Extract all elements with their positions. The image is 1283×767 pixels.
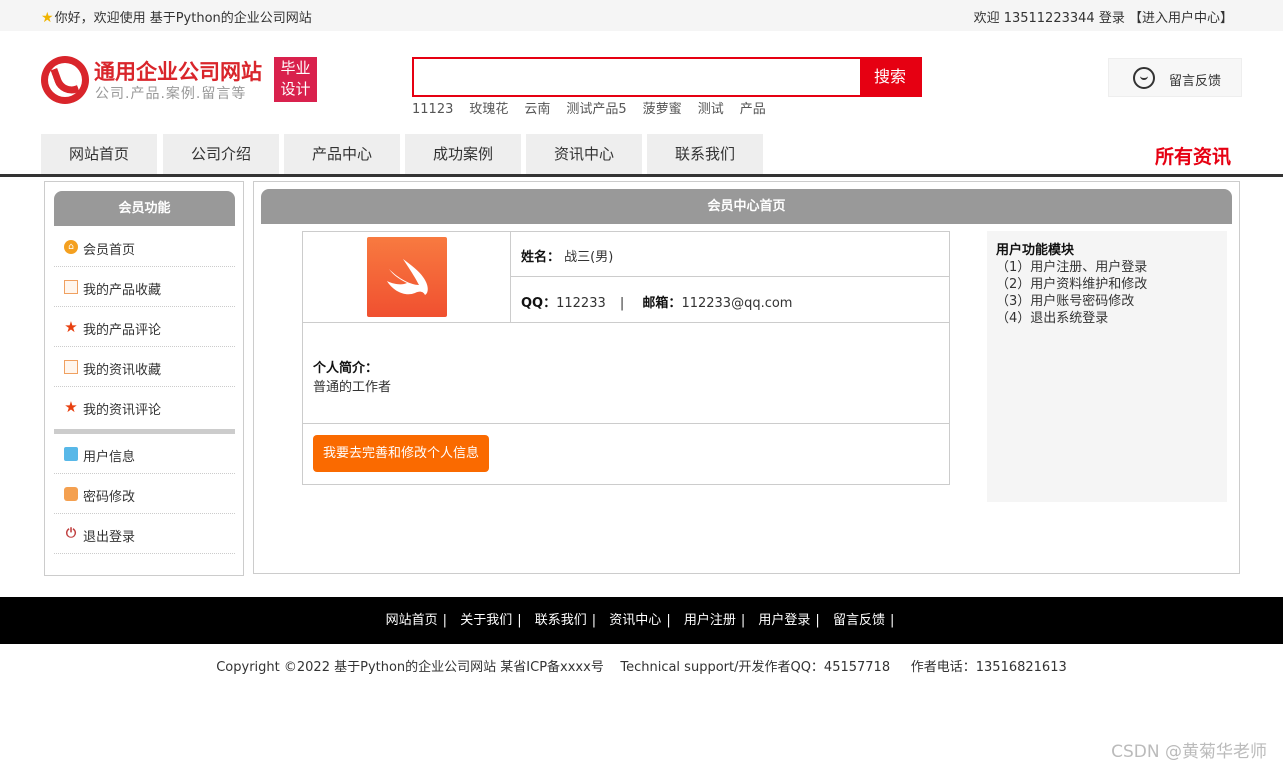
footer-link-register[interactable]: 用户注册 [684, 613, 736, 628]
login-link[interactable]: 登录 [1099, 11, 1125, 26]
contact-separator: | [619, 296, 625, 311]
modules-title: 用户功能模块 [996, 243, 1075, 258]
user-center-link[interactable]: 【进入用户中心】 [1129, 11, 1233, 26]
logo-icon[interactable] [41, 56, 89, 104]
site-subtitle: 公司.产品.案例.留言等 [95, 86, 247, 102]
nav-tab-cases[interactable]: 成功案例 [405, 134, 523, 174]
watermark: CSDN @黄菊华老师 [1111, 742, 1267, 762]
hot-word[interactable]: 云南 [524, 102, 550, 117]
name-label: 姓名： [521, 250, 561, 265]
hot-word[interactable]: 菠萝蜜 [643, 102, 682, 117]
hot-search-words: 11123 玫瑰花 云南 测试产品5 菠萝蜜 测试 产品 [412, 98, 782, 117]
page-title: 会员中心首页 [261, 189, 1232, 224]
search-box: 搜索 [412, 57, 922, 97]
sidebar-item-news-favorites[interactable]: 我的资讯收藏 [54, 347, 235, 387]
welcome-message: ★你好，欢迎使用 基于Python的企业公司网站 [41, 10, 312, 26]
search-button[interactable]: 搜索 [860, 59, 920, 95]
hot-word[interactable]: 产品 [740, 102, 766, 117]
lock-icon [64, 487, 78, 501]
email-value: 112233@qq.com [681, 296, 793, 311]
module-item: （1）用户注册、用户登录 [996, 260, 1148, 275]
top-bar: ★你好，欢迎使用 基于Python的企业公司网站 欢迎 13511223344 … [0, 0, 1283, 31]
intro-value: 普通的工作者 [313, 380, 392, 395]
feedback-button[interactable]: 留言反馈 [1108, 58, 1242, 97]
footer-link-news[interactable]: 资讯中心 [609, 613, 661, 628]
sidebar-item-user-info[interactable]: 用户信息 [54, 434, 235, 474]
module-item: （3）用户账号密码修改 [996, 294, 1135, 309]
intro-label: 个人简介： [313, 361, 379, 376]
sidebar-title: 会员功能 [54, 191, 235, 226]
module-item: （2）用户资料维护和修改 [996, 277, 1148, 292]
sidebar-item-change-password[interactable]: 密码修改 [54, 474, 235, 514]
footer-link-about[interactable]: 关于我们 [460, 613, 512, 628]
sidebar-item-product-comments[interactable]: ★ 我的产品评论 [54, 307, 235, 347]
site-title[interactable]: 通用企业公司网站 [94, 56, 262, 86]
sidebar-item-member-home[interactable]: ⌂ 会员首页 [54, 227, 235, 267]
customer-service-icon [1133, 67, 1155, 89]
star-icon: ★ [64, 318, 78, 336]
sidebar-item-product-favorites[interactable]: 我的产品收藏 [54, 267, 235, 307]
search-input[interactable] [414, 59, 860, 95]
email-label: 邮箱： [642, 296, 682, 311]
hot-word[interactable]: 玫瑰花 [469, 102, 508, 117]
footer-link-contact[interactable]: 联系我们 [535, 613, 587, 628]
nav-tab-contact[interactable]: 联系我们 [647, 134, 765, 174]
power-icon: ⏻ [65, 526, 77, 541]
name-cell: 姓名： 战三(男) [511, 232, 949, 277]
graduation-badge: 毕业 设计 [274, 57, 317, 102]
star-icon: ★ [41, 10, 54, 26]
nav-divider [0, 174, 1283, 177]
contact-cell: QQ：112233 | 邮箱：112233@qq.com [511, 277, 949, 323]
copyright: Copyright ©2022 基于Python的企业公司网站 某省ICP备xx… [216, 660, 1067, 675]
qq-value: 112233 [556, 296, 606, 311]
module-item: （4）退出系统登录 [996, 311, 1109, 326]
document-icon [64, 280, 78, 294]
avatar-cell [303, 232, 511, 323]
document-icon [64, 360, 78, 374]
nav-tab-home[interactable]: 网站首页 [41, 134, 159, 174]
qq-label: QQ： [521, 296, 557, 311]
swift-bird-icon [387, 259, 428, 295]
hot-word[interactable]: 测试 [698, 102, 724, 117]
hot-word[interactable]: 测试产品5 [566, 102, 626, 117]
footer-links: 网站首页 | 关于我们 | 联系我们 | 资讯中心 | 用户注册 | 用户登录 | 留言反馈… [0, 597, 1283, 644]
name-value: 战三(男) [564, 250, 614, 265]
star-icon: ★ [64, 398, 78, 416]
footer-link-home[interactable]: 网站首页 [386, 613, 438, 628]
profile-table: 姓名： 战三(男) QQ：112233 | 邮箱：112233@qq.com 个… [302, 231, 950, 485]
user-links: 欢迎 13511223344 登录 【进入用户中心】 [974, 7, 1233, 26]
welcome-user: 欢迎 13511223344 [973, 11, 1095, 26]
home-icon: ⌂ [64, 240, 78, 254]
footer-link-login[interactable]: 用户登录 [758, 613, 810, 628]
button-cell: 我要去完善和修改个人信息 [303, 424, 949, 484]
nav-tab-news[interactable]: 资讯中心 [526, 134, 644, 174]
sidebar-item-news-comments[interactable]: ★ 我的资讯评论 [54, 387, 235, 427]
all-news-link[interactable]: 所有资讯 [1155, 142, 1231, 169]
avatar [367, 237, 447, 317]
member-sidebar: 会员功能 ⌂ 会员首页 我的产品收藏 ★ 我的产品评论 我的资讯收藏 ★ 我的资讯评论… [44, 181, 244, 576]
user-modules-box: 用户功能模块 （1）用户注册、用户登录 （2）用户资料维护和修改 （3）用户账号… [987, 231, 1227, 502]
footer-link-feedback[interactable]: 留言反馈 [833, 613, 885, 628]
intro-cell: 个人简介： 普通的工作者 [303, 323, 949, 424]
clipboard-icon [64, 447, 78, 461]
sidebar-item-logout[interactable]: ⏻ 退出登录 [54, 514, 235, 554]
nav-tab-about[interactable]: 公司介绍 [163, 134, 281, 174]
nav-tab-products[interactable]: 产品中心 [284, 134, 402, 174]
hot-word[interactable]: 11123 [412, 102, 453, 117]
edit-profile-button[interactable]: 我要去完善和修改个人信息 [313, 435, 489, 472]
